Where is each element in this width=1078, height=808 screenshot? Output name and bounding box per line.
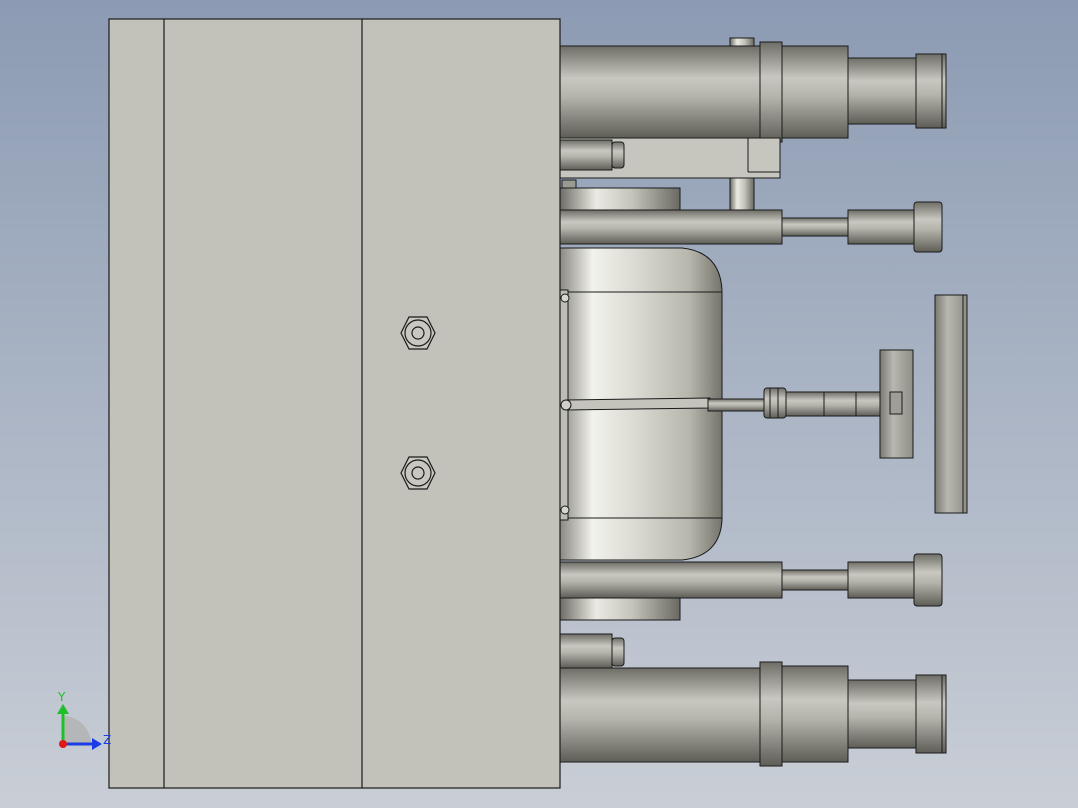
main-platen[interactable] — [108, 18, 561, 789]
nozzle-hex-nut[interactable] — [763, 387, 787, 419]
tank-bolt-bottom — [560, 505, 570, 515]
nozzle-flange-boss[interactable] — [889, 391, 903, 415]
end-platen-disc[interactable] — [934, 294, 968, 514]
triad-label-y: Y — [57, 690, 66, 704]
lower-small-pin-cap[interactable] — [611, 637, 625, 667]
lower-small-pin[interactable] — [559, 633, 613, 669]
upper-cylinder-collar[interactable] — [759, 41, 783, 143]
bolt-upper-hex — [400, 316, 436, 350]
upper-rod-nut — [561, 179, 577, 189]
lower-cylinder-rod[interactable] — [847, 679, 917, 749]
lower-tank-collar[interactable] — [559, 595, 681, 621]
triad-label-z: Z — [103, 733, 111, 747]
upper-cylinder-sleeve[interactable] — [781, 45, 849, 139]
upper-cylinder-rod[interactable] — [847, 57, 917, 125]
nozzle-barrel[interactable] — [785, 391, 883, 417]
upper-tank-collar[interactable] — [559, 187, 681, 213]
upper-bracket-post[interactable] — [729, 177, 755, 211]
upper-cylinder-pin[interactable] — [729, 37, 755, 47]
lower-rod-neck[interactable] — [781, 569, 849, 591]
lower-cylinder-body[interactable] — [559, 667, 761, 763]
platen-bolt-upper[interactable] — [400, 316, 436, 350]
upper-rod-neck[interactable] — [781, 217, 849, 237]
upper-rod-body[interactable] — [559, 209, 783, 245]
triad-x-axis-dot — [59, 740, 67, 748]
platen-bolt-lower[interactable] — [400, 456, 436, 490]
nozzle-tip[interactable] — [707, 398, 767, 412]
upper-cylinder-body[interactable] — [559, 45, 761, 139]
lower-cylinder-sleeve[interactable] — [781, 665, 849, 763]
upper-small-pin-cap[interactable] — [611, 141, 625, 169]
upper-small-pin[interactable] — [559, 139, 613, 171]
upper-rod-end[interactable] — [913, 201, 943, 253]
lower-rod-end[interactable] — [913, 553, 943, 607]
platen-plate[interactable] — [108, 18, 561, 789]
lower-cylinder-collar[interactable] — [759, 661, 783, 767]
tank-bolt-top — [560, 293, 570, 303]
lower-rod-body[interactable] — [559, 561, 783, 599]
nozzle-base-ball — [560, 399, 572, 411]
nozzle-taper[interactable] — [565, 397, 711, 411]
bolt-lower-hex — [400, 456, 436, 490]
lower-rod-head[interactable] — [847, 561, 915, 599]
cad-viewport[interactable]: Y Z — [0, 0, 1078, 808]
upper-rod-head[interactable] — [847, 209, 915, 245]
